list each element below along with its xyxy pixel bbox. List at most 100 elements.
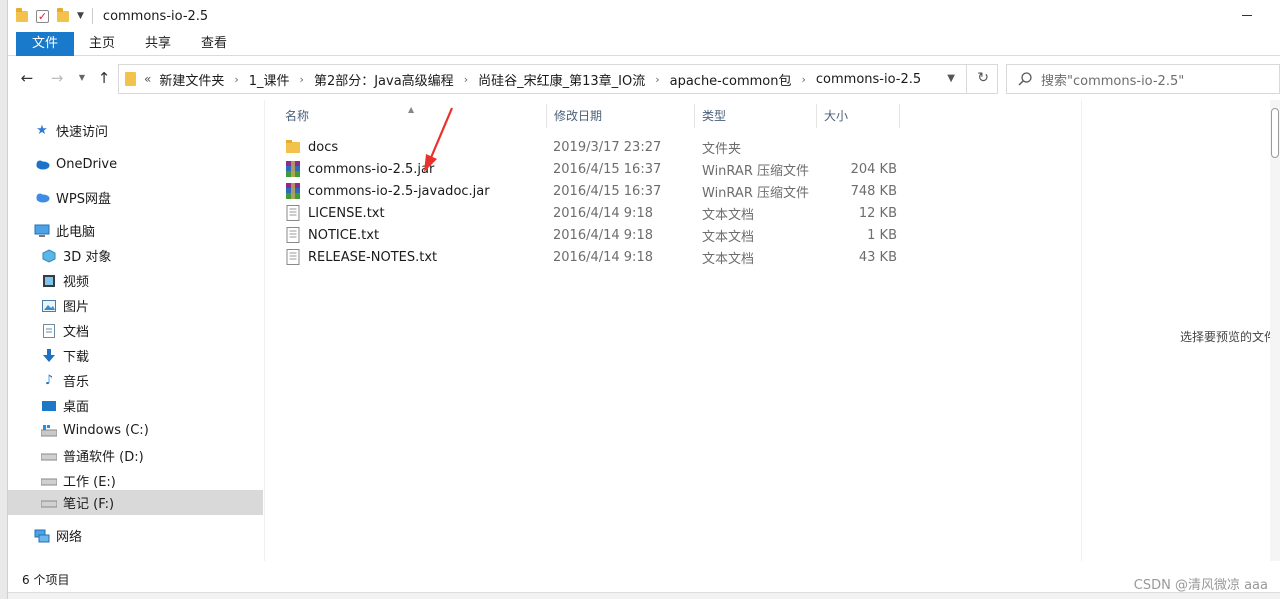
recent-locations-chevron-icon[interactable]: ▼ <box>73 68 91 88</box>
column-header-name[interactable]: 名称 ▲ <box>278 104 547 128</box>
file-row[interactable]: docs 2019/3/17 23:27 文件夹 <box>278 136 918 158</box>
chevron-right-icon[interactable]: › <box>464 73 468 86</box>
folder-icon <box>286 140 300 153</box>
video-icon <box>41 274 57 288</box>
back-arrow-icon[interactable]: ← <box>18 68 36 88</box>
sidebar-item-3d-objects[interactable]: 3D 对象 <box>8 243 263 268</box>
sidebar-item-label: 桌面 <box>63 400 90 415</box>
file-type: 文本文档 <box>702 229 755 245</box>
windows-drive-icon <box>41 424 57 438</box>
address-divider <box>966 65 967 93</box>
pane-divider[interactable] <box>264 100 265 561</box>
vertical-scrollbar[interactable] <box>1270 100 1280 561</box>
sort-ascending-icon: ▲ <box>408 105 415 114</box>
sidebar-item-videos[interactable]: 视频 <box>8 268 263 293</box>
sidebar-item-desktop[interactable]: 桌面 <box>8 393 263 418</box>
file-name: NOTICE.txt <box>308 227 380 243</box>
chevron-right-icon[interactable]: › <box>655 73 659 86</box>
sidebar-item-label: 笔记 (F:) <box>63 497 115 512</box>
tab-home[interactable]: 主页 <box>74 32 130 56</box>
sidebar-item-documents[interactable]: 文档 <box>8 318 263 343</box>
quick-access-toolbar: ✓ ▼ <box>16 7 93 24</box>
navigation-pane: ★ 快速访问 OneDrive WPS网盘 此电脑 3D 对象 视频 图片 文档… <box>8 106 263 561</box>
file-date: 2016/4/15 16:37 <box>553 161 662 177</box>
3d-objects-icon <box>41 248 57 263</box>
column-header-date[interactable]: 修改日期 <box>547 104 695 128</box>
breadcrumb-item[interactable]: 尚硅谷_宋红康_第13章_IO流 <box>478 70 645 89</box>
sidebar-item-drive-d[interactable]: 普通软件 (D:) <box>8 443 263 468</box>
file-size: 12 KB <box>858 205 897 221</box>
title-bar: ✓ ▼ commons-io-2.5 <box>8 0 1280 32</box>
file-date: 2016/4/14 9:18 <box>553 249 653 265</box>
music-icon: ♪ <box>44 373 54 388</box>
file-type: WinRAR 压缩文件 <box>702 185 809 201</box>
address-history-chevron-icon[interactable]: ▼ <box>947 73 955 84</box>
sidebar-item-drive-f[interactable]: 笔记 (F:) <box>8 490 263 515</box>
file-row[interactable]: RELEASE-NOTES.txt 2016/4/14 9:18 文本文档 43… <box>278 246 918 268</box>
sidebar-item-label: WPS网盘 <box>56 192 111 207</box>
sidebar-item-label: OneDrive <box>56 157 118 172</box>
breadcrumb-item[interactable]: 第2部分：Java高级编程 <box>314 70 454 89</box>
breadcrumb-overflow-icon[interactable]: « <box>144 72 151 86</box>
file-name: RELEASE-NOTES.txt <box>308 249 438 265</box>
toolbar-separator <box>91 8 93 24</box>
watermark: CSDN @清风微凉 aaa <box>1133 578 1268 593</box>
file-type: 文本文档 <box>702 251 755 267</box>
column-header-size[interactable]: 大小 <box>817 104 900 128</box>
forward-arrow-icon[interactable]: → <box>48 68 66 88</box>
sidebar-item-label: 文档 <box>63 325 90 340</box>
properties-icon[interactable]: ✓ <box>36 9 49 23</box>
sidebar-item-this-pc[interactable]: 此电脑 <box>8 218 263 243</box>
file-row[interactable]: LICENSE.txt 2016/4/14 9:18 文本文档 12 KB <box>278 202 918 224</box>
chevron-right-icon[interactable]: › <box>802 73 806 86</box>
item-count: 6 个项目 <box>22 573 70 587</box>
sidebar-item-label: 普通软件 (D:) <box>63 450 144 465</box>
file-row[interactable]: NOTICE.txt 2016/4/14 9:18 文本文档 1 KB <box>278 224 918 246</box>
tab-file[interactable]: 文件 <box>16 32 75 56</box>
refresh-icon[interactable]: ↻ <box>977 70 989 86</box>
column-header-type[interactable]: 类型 <box>695 104 817 128</box>
tab-view[interactable]: 查看 <box>186 32 242 56</box>
star-icon: ★ <box>36 123 48 138</box>
file-name: commons-io-2.5.jar <box>308 161 435 177</box>
search-input[interactable]: 搜索"commons-io-2.5" <box>1006 64 1280 94</box>
search-placeholder: 搜索"commons-io-2.5" <box>1041 73 1185 89</box>
sidebar-item-quick-access[interactable]: ★ 快速访问 <box>8 118 263 143</box>
sidebar-item-network[interactable]: 网络 <box>8 523 263 548</box>
text-file-icon <box>286 227 300 243</box>
sidebar-item-pictures[interactable]: 图片 <box>8 293 263 318</box>
annotation-arrow-icon <box>424 107 454 172</box>
customize-toolbar-dropdown-icon[interactable]: ▼ <box>77 11 84 21</box>
preview-placeholder: 选择要预览的文件。 <box>1180 330 1280 344</box>
sidebar-item-downloads[interactable]: 下载 <box>8 343 263 368</box>
file-row[interactable]: commons-io-2.5.jar 2016/4/15 16:37 WinRA… <box>278 158 918 180</box>
minimize-icon[interactable] <box>1242 15 1252 16</box>
breadcrumb-item-current[interactable]: commons-io-2.5 <box>816 72 921 87</box>
sidebar-item-label: 网络 <box>56 530 83 545</box>
chevron-right-icon[interactable]: › <box>234 73 238 86</box>
document-icon <box>41 323 57 338</box>
breadcrumb-item[interactable]: 新建文件夹 <box>159 70 224 89</box>
new-folder-icon[interactable] <box>57 7 69 22</box>
breadcrumb-item[interactable]: apache-common包 <box>670 70 792 89</box>
ribbon-tabs: 文件 主页 共享 查看 <box>8 32 1280 56</box>
sidebar-item-drive-c[interactable]: Windows (C:) <box>8 418 263 443</box>
breadcrumb-item[interactable]: 1_课件 <box>249 70 290 89</box>
file-size: 748 KB <box>850 183 897 199</box>
sidebar-item-label: 快速访问 <box>56 125 109 140</box>
chevron-right-icon[interactable]: › <box>300 73 304 86</box>
scrollbar-thumb[interactable] <box>1271 108 1279 158</box>
address-bar[interactable]: « 新建文件夹 › 1_课件 › 第2部分：Java高级编程 › 尚硅谷_宋红康… <box>118 64 998 94</box>
file-date: 2016/4/15 16:37 <box>553 183 662 199</box>
file-row[interactable]: commons-io-2.5-javadoc.jar 2016/4/15 16:… <box>278 180 918 202</box>
file-name: commons-io-2.5-javadoc.jar <box>308 183 490 199</box>
sidebar-item-music[interactable]: ♪ 音乐 <box>8 368 263 393</box>
sidebar-item-onedrive[interactable]: OneDrive <box>8 152 263 177</box>
navigation-row: ← → ▼ ↑ « 新建文件夹 › 1_课件 › 第2部分：Java高级编程 ›… <box>8 60 1280 96</box>
file-date: 2016/4/14 9:18 <box>553 227 653 243</box>
folder-icon <box>125 72 136 86</box>
tab-share[interactable]: 共享 <box>130 32 186 56</box>
wps-cloud-icon <box>34 191 50 205</box>
up-arrow-icon[interactable]: ↑ <box>95 68 113 88</box>
sidebar-item-wps-cloud[interactable]: WPS网盘 <box>8 185 263 210</box>
